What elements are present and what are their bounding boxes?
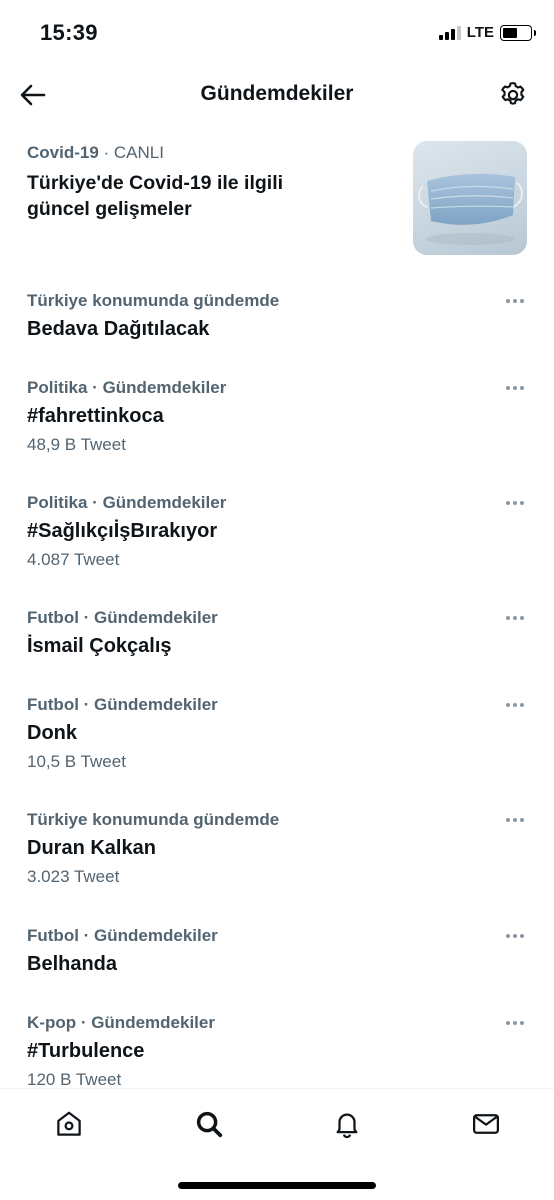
trend-category: Politika · Gündemdekiler (27, 378, 227, 397)
search-icon (196, 1111, 223, 1138)
trend-item[interactable]: Futbol · Gündemdekiler Belhanda (0, 926, 554, 1006)
more-options-button[interactable] (500, 493, 530, 513)
trend-item[interactable]: K-pop · Gündemdekiler #Turbulence 120 B … (0, 1013, 554, 1088)
more-options-button[interactable] (500, 695, 530, 715)
trend-name: #Turbulence (27, 1040, 145, 1062)
more-options-button[interactable] (500, 926, 530, 946)
trend-item[interactable]: Futbol · Gündemdekiler Donk 10,5 B Tweet (0, 695, 554, 795)
featured-meta: Covid-19 · CANLI (27, 143, 164, 163)
trend-item[interactable]: Türkiye konumunda gündemde Duran Kalkan … (0, 810, 554, 910)
bell-icon (336, 1113, 358, 1139)
more-options-button[interactable] (500, 608, 530, 628)
signal-icon (438, 25, 461, 40)
status-time: 15:39 (40, 20, 98, 45)
home-indicator[interactable] (178, 1182, 376, 1189)
trend-tweet-count: 10,5 B Tweet (27, 752, 126, 771)
trend-item[interactable]: Politika · Gündemdekiler #SağlıkçıİşBıra… (0, 493, 554, 593)
status-bar: 15:39 LTE (0, 0, 554, 66)
mail-icon (473, 1114, 499, 1134)
trend-item[interactable]: Futbol · Gündemdekiler İsmail Çokçalış (0, 608, 554, 688)
face-mask-image (417, 173, 523, 245)
trend-name: Bedava Dağıtılacak (27, 318, 210, 340)
trend-name: #fahrettinkoca (27, 405, 164, 427)
tab-home[interactable] (49, 1104, 89, 1144)
featured-status: CANLI (113, 143, 164, 162)
trend-tweet-count: 4.087 Tweet (27, 550, 120, 569)
trend-tweet-count: 3.023 Tweet (27, 867, 120, 886)
status-indicators: LTE (438, 24, 536, 41)
featured-category: Covid-19 (27, 143, 99, 162)
trend-name: Donk (27, 722, 77, 744)
page-title: Gündemdekiler (200, 82, 354, 105)
more-options-button[interactable] (500, 378, 530, 398)
top-header: Gündemdekiler (0, 66, 554, 122)
trend-item[interactable]: Türkiye konumunda gündemde Bedava Dağıtı… (0, 291, 554, 371)
network-type: LTE (466, 24, 494, 41)
more-options-button[interactable] (500, 1013, 530, 1033)
tab-messages[interactable] (466, 1104, 506, 1144)
tab-search[interactable] (189, 1104, 229, 1144)
trend-category: K-pop · Gündemdekiler (27, 1013, 215, 1032)
trend-name: İsmail Çokçalış (27, 635, 172, 657)
trend-category: Futbol · Gündemdekiler (27, 695, 218, 714)
featured-thumbnail (413, 141, 527, 255)
trend-tweet-count: 120 B Tweet (27, 1070, 122, 1088)
trend-name: #SağlıkçıİşBırakıyor (27, 520, 218, 542)
trend-tweet-count: 48,9 B Tweet (27, 435, 126, 454)
more-options-button[interactable] (500, 291, 530, 311)
trend-item[interactable]: Politika · Gündemdekiler #fahrettinkoca … (0, 378, 554, 478)
gear-icon (501, 82, 525, 105)
home-icon (57, 1111, 81, 1136)
trend-category: Türkiye konumunda gündemde (27, 291, 280, 310)
trend-category: Politika · Gündemdekiler (27, 493, 227, 512)
battery-icon (500, 24, 536, 41)
featured-trend[interactable]: Covid-19 · CANLI Türkiye'de Covid-19 ile… (0, 130, 554, 270)
trend-name: Duran Kalkan (27, 837, 156, 859)
more-options-button[interactable] (500, 810, 530, 830)
trend-category: Türkiye konumunda gündemde (27, 810, 280, 829)
tab-notifications[interactable] (327, 1104, 367, 1144)
trend-name: Belhanda (27, 953, 118, 975)
featured-separator: · (98, 143, 114, 162)
settings-button[interactable] (496, 78, 530, 112)
trend-category: Futbol · Gündemdekiler (27, 926, 218, 945)
featured-headline: Türkiye'de Covid-19 ile ilgili güncel ge… (27, 172, 284, 220)
trend-category: Futbol · Gündemdekiler (27, 608, 218, 627)
